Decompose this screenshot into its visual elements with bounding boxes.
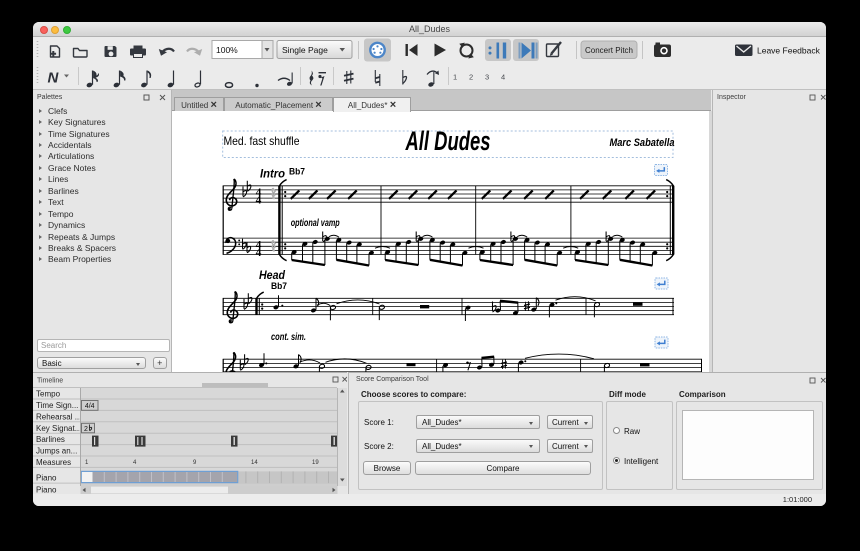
svg-text:Bb7: Bb7 [289, 166, 305, 177]
svg-text:Barlines: Barlines [36, 435, 65, 444]
svg-text:2: 2 [84, 426, 88, 433]
svg-text:Measures: Measures [36, 458, 71, 467]
svg-text:19: 19 [312, 460, 319, 466]
svg-text:100%: 100% [216, 45, 238, 55]
svg-text:Tempo: Tempo [36, 390, 61, 399]
svg-text:Leave Feedback: Leave Feedback [757, 46, 821, 56]
svg-text:All Dudes: All Dudes [405, 126, 491, 156]
svg-text:Key Signat...: Key Signat... [36, 424, 81, 433]
svg-text:Piano: Piano [36, 474, 57, 483]
svg-text:Bb7: Bb7 [271, 281, 287, 292]
svg-text:Time Sign...: Time Sign... [36, 401, 78, 410]
svg-text:4/4: 4/4 [85, 403, 95, 410]
svg-text:14: 14 [251, 460, 258, 466]
svg-text:Jumps an...: Jumps an... [36, 447, 77, 456]
svg-text:Marc Sabatella: Marc Sabatella [610, 137, 675, 149]
svg-text:Rehearsal ...: Rehearsal ... [36, 412, 81, 421]
svg-text:4: 4 [256, 247, 262, 259]
svg-text:1: 1 [453, 73, 457, 82]
svg-text:optional vamp: optional vamp [291, 218, 340, 229]
svg-text:cont. sim.: cont. sim. [271, 332, 306, 343]
svg-text:Concert Pitch: Concert Pitch [585, 46, 633, 55]
svg-text:Timeline: Timeline [37, 378, 63, 385]
svg-text:2: 2 [469, 73, 473, 82]
svg-text:Intro: Intro [260, 168, 285, 180]
svg-text:Single Page: Single Page [282, 45, 328, 55]
svg-text:4: 4 [501, 73, 505, 82]
svg-text:3: 3 [485, 73, 489, 82]
svg-text:Med. fast shuffle: Med. fast shuffle [224, 134, 300, 148]
svg-text:4: 4 [256, 195, 262, 207]
svg-text:N: N [48, 70, 60, 87]
